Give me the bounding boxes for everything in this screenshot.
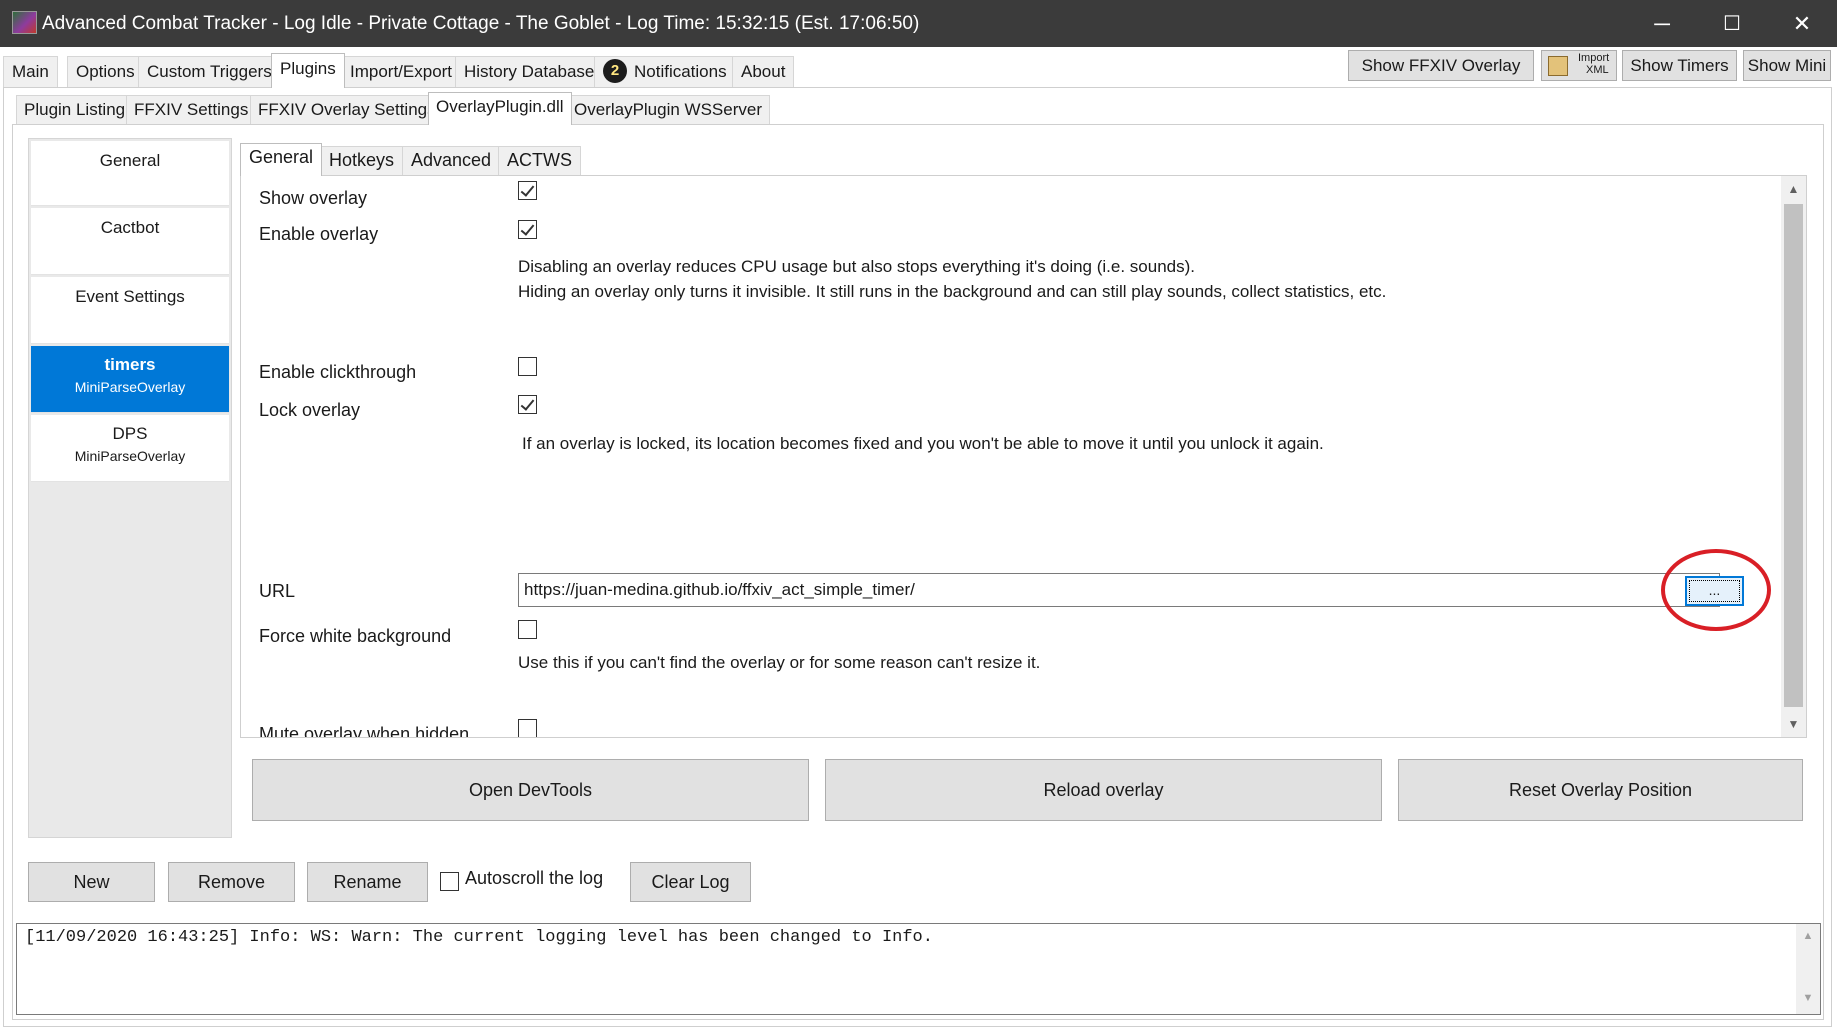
overlay-item-general[interactable]: General [31,141,229,206]
title-bar: Advanced Combat Tracker - Log Idle - Pri… [0,0,1837,47]
overlay-item-name: Cactbot [100,218,160,237]
url-label: URL [259,581,296,601]
reset-overlay-position-button[interactable]: Reset Overlay Position [1398,759,1803,821]
enable-overlay-checkbox[interactable] [518,220,537,239]
maximize-button[interactable]: ☐ [1697,0,1767,47]
tab-custom-triggers[interactable]: Custom Triggers [138,56,281,87]
mute-overlay-checkbox[interactable] [518,719,537,737]
enable-overlay-label: Enable overlay [259,224,379,244]
overlay-item-name: Event Settings [75,287,185,306]
lock-overlay-description: If an overlay is locked, its location be… [522,434,1324,453]
log-line: [11/09/2020 16:43:25] Info: WS: Warn: Th… [25,928,933,947]
import-xml-label-2: XML [1586,64,1609,76]
autoscroll-label: Autoscroll the log [465,868,604,888]
tab-actws[interactable]: ACTWS [498,146,581,175]
enable-clickthrough-label: Enable clickthrough [259,362,417,382]
overlay-item-name: timers [104,355,156,374]
remove-overlay-button[interactable]: Remove [168,862,295,902]
show-overlay-label: Show overlay [259,188,368,208]
overlay-item-name: General [99,151,161,170]
show-timers-button[interactable]: Show Timers [1622,50,1737,81]
import-xml-button[interactable]: Import XML [1541,50,1617,81]
log-textbox[interactable]: [11/09/2020 16:43:25] Info: WS: Warn: Th… [16,923,1821,1015]
force-white-background-checkbox[interactable] [518,620,537,639]
scrollbar-thumb[interactable] [1784,204,1803,707]
tab-about[interactable]: About [732,56,795,87]
show-ffxiv-overlay-button[interactable]: Show FFXIV Overlay [1348,50,1534,81]
url-input[interactable]: https://juan-medina.github.io/ffxiv_act_… [518,573,1720,607]
scroll-down-icon[interactable]: ▼ [1781,713,1806,735]
overlay-item-name: DPS [112,424,148,443]
log-scroll-down-icon[interactable]: ▼ [1796,992,1820,1004]
tab-plugin-listing[interactable]: Plugin Listing [16,95,134,124]
overlay-item-cactbot[interactable]: Cactbot [31,208,229,275]
enable-clickthrough-checkbox[interactable] [518,357,537,376]
overlay-item-timers[interactable]: timers MiniParseOverlay [31,346,229,413]
settings-scrollbar[interactable]: ▲ ▼ [1781,176,1806,737]
autoscroll-checkbox[interactable] [440,872,459,891]
tab-overlayplugin-dll[interactable]: OverlayPlugin.dll [428,92,572,125]
notification-count-badge: 2 [603,58,627,83]
log-scroll-up-icon[interactable]: ▲ [1796,930,1820,942]
clear-log-button[interactable]: Clear Log [630,862,751,902]
highlight-circle [1661,549,1771,631]
lock-overlay-checkbox[interactable] [518,395,537,414]
tab-general[interactable]: General [240,143,323,176]
tab-plugins[interactable]: Plugins [271,53,345,88]
tab-import-export[interactable]: Import/Export [341,56,462,87]
force-white-background-label: Force white background [259,626,452,646]
overlay-item-event-settings[interactable]: Event Settings [31,277,229,344]
tab-advanced[interactable]: Advanced [402,146,501,175]
tab-overlayplugin-wsserver[interactable]: OverlayPlugin WSServer [566,95,771,124]
minimize-button[interactable]: ─ [1627,0,1697,47]
tab-main[interactable]: Main [3,56,58,87]
new-overlay-button[interactable]: New [28,862,155,902]
show-mini-button[interactable]: Show Mini [1743,50,1831,81]
tab-notifications[interactable]: 2 Notifications [594,56,736,87]
overlay-item-dps[interactable]: DPS MiniParseOverlay [31,415,229,482]
enable-overlay-description-1: Disabling an overlay reduces CPU usage b… [518,257,1195,276]
show-overlay-checkbox[interactable] [518,181,537,200]
tab-history-database[interactable]: History Database [455,56,604,87]
overlay-list: General Cactbot Event Settings timers Mi… [28,138,232,838]
overlay-item-type: MiniParseOverlay [74,448,186,464]
reload-overlay-button[interactable]: Reload overlay [825,759,1382,821]
overlay-item-type: MiniParseOverlay [74,379,186,395]
log-scrollbar[interactable]: ▲ ▼ [1796,924,1820,1014]
scroll-up-icon[interactable]: ▲ [1781,178,1806,200]
rename-overlay-button[interactable]: Rename [307,862,428,902]
tab-ffxiv-settings[interactable]: FFXIV Settings [126,95,257,124]
tab-ffxiv-overlay-settings[interactable]: FFXIV Overlay Settings [250,95,444,124]
force-white-background-description: Use this if you can't find the overlay o… [518,653,1041,672]
window-title: Advanced Combat Tracker - Log Idle - Pri… [42,13,920,34]
open-devtools-button[interactable]: Open DevTools [252,759,809,821]
mute-overlay-label: Mute overlay when hidden [259,724,470,738]
general-settings-pane: Show overlay Enable overlay Disabling an… [240,175,1807,738]
lock-overlay-label: Lock overlay [259,400,361,420]
tab-notifications-label: Notifications [634,62,727,81]
enable-overlay-description-2: Hiding an overlay only turns it invisibl… [518,282,1387,301]
tab-hotkeys[interactable]: Hotkeys [320,146,404,175]
close-button[interactable]: ✕ [1767,0,1837,47]
tab-options[interactable]: Options [67,56,144,87]
app-icon [12,11,37,34]
clipboard-icon [1548,56,1568,76]
